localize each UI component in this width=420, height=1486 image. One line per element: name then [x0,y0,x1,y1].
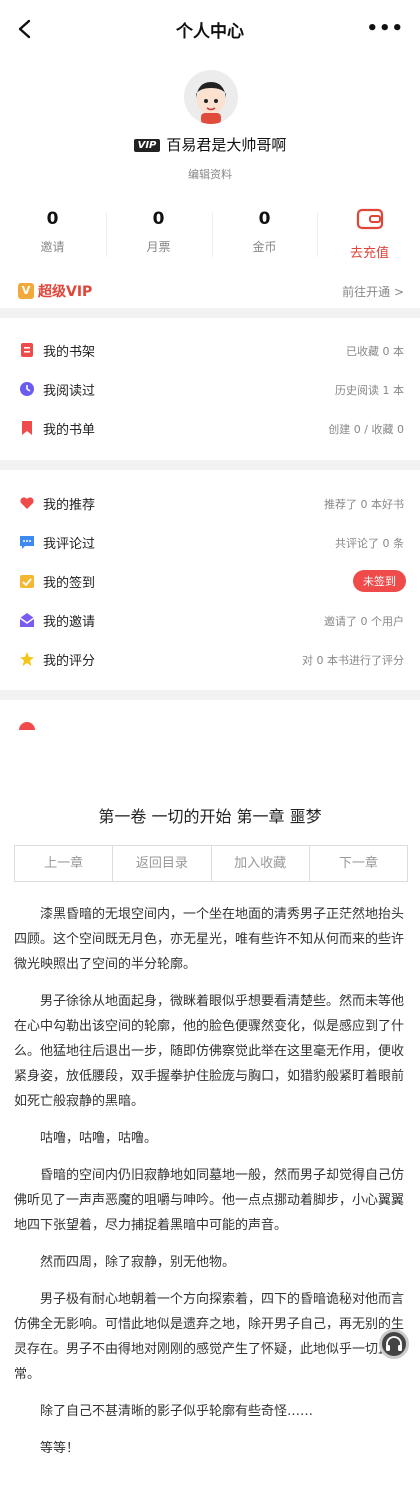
menu-item-info: 创建 0 / 收藏 0 [328,423,404,436]
chapter-body: 漆黑昏暗的无垠空间内，一个坐在地面的清秀男子正茫然地抬头四顾。这个空间既无月色，… [14,902,408,1473]
vip-badge: VIP [133,139,161,152]
menu-item-label: 我阅读过 [43,384,96,399]
menu-item-info: 历史阅读 1 本 [335,384,404,397]
menu-item-read-history[interactable]: 我阅读过 历史阅读 1 本 [0,371,420,407]
audio-player-button[interactable] [379,1329,409,1359]
paragraph: 咕噜，咕噜，咕噜。 [40,1131,158,1146]
stat-invite-count: 0 [46,209,59,229]
super-vip-banner[interactable]: V 超级VIP [18,281,92,301]
menu-item-info: 共评论了 0 条 [335,537,404,550]
bookshelf-icon [21,343,33,357]
paragraph: 昏暗的空间内仍旧寂静地如同墓地一般，然而男子却觉得自己仿佛听见了一声声恶魔的咀嚼… [14,1168,405,1233]
paragraph: 男子极有耐心地朝着一个方向探索着，四下的昏暗诡秘对他而言仿佛全无影响。可惜此地似… [14,1292,405,1382]
stats-bar: 0 邀请 0 月票 0 金币 去充值 [0,205,420,265]
menu-item-info: 已收藏 0 本 [346,345,404,358]
next-chapter-button[interactable]: 下一章 [310,846,407,881]
menu-item-label: 我的书架 [43,345,96,360]
open-vip-link[interactable]: 前往开通 > [342,283,404,300]
checkin-status-badge[interactable]: 未签到 [353,570,406,592]
menu-item-label: 我的评分 [43,654,96,669]
menu-item-info: 推荐了 0 本好书 [324,498,404,511]
back-to-toc-button[interactable]: 返回目录 [113,846,212,881]
section-divider [0,690,420,700]
stat-invite-label: 邀请 [40,240,65,254]
menu-item-invites[interactable]: 我的邀请 邀请了 0 个用户 [0,602,420,638]
clock-icon [20,382,34,396]
menu-item-recommend[interactable]: 我的推荐 推荐了 0 本好书 [0,485,420,521]
stat-coins[interactable]: 0 金币 [212,205,317,255]
stat-monthly-ticket[interactable]: 0 月票 [106,205,211,255]
paragraph: 除了自己不甚清晰的影子似乎轮廓有些奇怪…… [40,1404,314,1419]
stat-invite[interactable]: 0 邀请 [0,205,105,255]
username: 百易君是大帅哥啊 [166,136,287,154]
avatar-image-icon [196,82,226,124]
menu-item-label: 我的邀请 [43,615,96,630]
menu-item-info: 对 0 本书进行了评分 [302,654,404,667]
section-divider [0,460,420,470]
vip-crown-icon: V [18,283,34,299]
menu-item-booklist[interactable]: 我的书单 创建 0 / 收藏 0 [0,410,420,446]
menu-item-label: 我的推荐 [43,498,96,513]
bookmark-icon [22,421,32,435]
clipped-menu-icon [19,722,35,730]
menu-item-ratings[interactable]: 我的评分 对 0 本书进行了评分 [0,641,420,677]
section-divider [0,308,420,318]
paragraph: 等等！ [40,1441,80,1456]
chapter-nav-bar: 上一章 返回目录 加入收藏 下一章 [14,845,408,882]
stat-monthly-ticket-label: 月票 [146,240,171,254]
avatar[interactable] [184,70,238,124]
chapter-title: 第一卷 一切的开始 第一章 噩梦 [98,807,322,826]
super-vip-label: 超级VIP [38,284,93,300]
envelope-icon [19,613,35,627]
headphones-icon [386,1336,402,1351]
menu-item-bookshelf[interactable]: 我的书架 已收藏 0 本 [0,332,420,368]
paragraph: 男子徐徐从地面起身，微眯着眼似乎想要看清楚些。然而未等他在心中勾勒出该空间的轮廓… [14,994,405,1109]
prev-chapter-button[interactable]: 上一章 [15,846,114,881]
stat-coins-count: 0 [258,209,271,229]
star-icon [20,652,34,666]
edit-profile-link[interactable]: 编辑资料 [0,166,420,182]
menu-item-label: 我的签到 [43,576,96,591]
add-to-favorites-button[interactable]: 加入收藏 [212,846,310,881]
menu-item-label: 我的书单 [43,423,96,438]
username-row: VIP 百易君是大帅哥啊 [0,134,420,155]
paragraph: 然而四周，除了寂静，别无他物。 [40,1255,236,1270]
stat-monthly-ticket-count: 0 [152,209,165,229]
recharge-label: 去充值 [349,246,389,261]
page-title: 个人中心 [176,22,244,42]
more-icon[interactable]: ••• [366,18,404,39]
recharge-button[interactable]: 去充值 [317,205,420,261]
calendar-check-icon [20,575,34,588]
stat-coins-label: 金币 [252,240,277,254]
menu-item-info: 邀请了 0 个用户 [324,615,404,628]
menu-item-checkin[interactable]: 我的签到 未签到 [0,563,420,599]
paragraph: 漆黑昏暗的无垠空间内，一个坐在地面的清秀男子正茫然地抬头四顾。这个空间既无月色，… [14,907,405,972]
menu-item-label: 我评论过 [43,537,96,552]
heart-icon [20,497,34,509]
top-bar: 个人中心 ••• [0,0,420,58]
comment-icon [20,536,34,549]
wallet-icon [356,208,383,230]
menu-item-comments[interactable]: 我评论过 共评论了 0 条 [0,524,420,560]
